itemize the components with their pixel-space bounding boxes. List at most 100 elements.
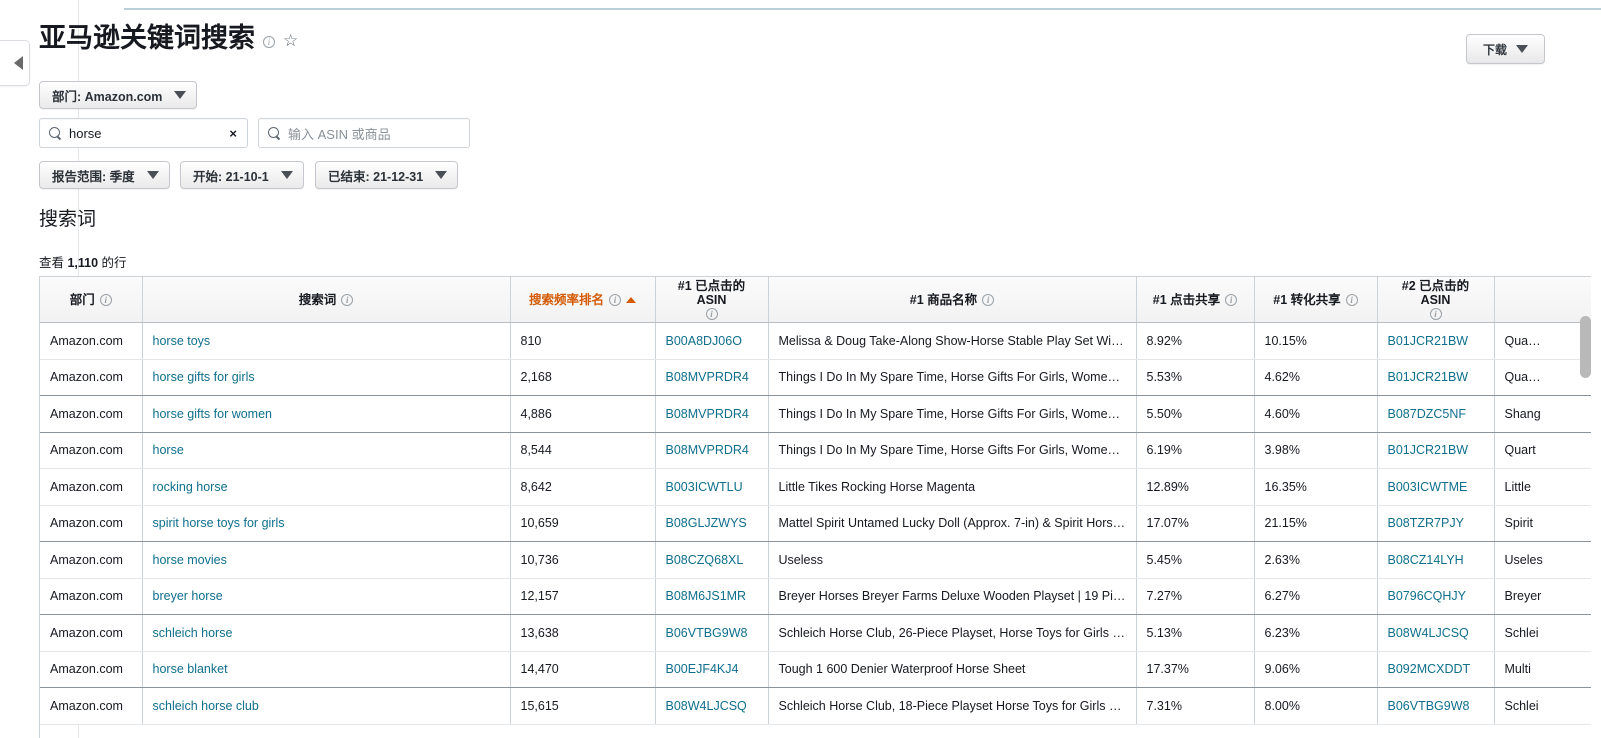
scrollbar-thumb[interactable] <box>1580 316 1591 378</box>
star-icon[interactable]: ☆ <box>283 31 298 51</box>
cell-asin-2[interactable]: B0796CQHJY <box>1377 578 1495 615</box>
cell-asin-2-link[interactable]: B01JCR21BW <box>1388 334 1469 348</box>
cell-department: Amazon.com <box>40 687 143 725</box>
cell-asin-2-link[interactable]: B08TZR7PJY <box>1388 516 1464 530</box>
cell-asin-2[interactable]: B087DZC5NF <box>1377 395 1495 433</box>
cell-asin-2[interactable]: B08CZ14LYH <box>1377 541 1495 579</box>
cell-search-term-link[interactable]: breyer horse <box>153 589 223 603</box>
cell-search-term[interactable]: schleich horse <box>142 614 511 652</box>
cell-search-term[interactable]: spirit horse toys for girls <box>142 505 511 542</box>
cell-asin-2[interactable]: B08W4LJCSQ <box>1377 614 1495 652</box>
cell-asin-1[interactable]: B08MVPRDR4 <box>655 395 769 433</box>
cell-asin-1[interactable]: B08MVPRDR4 <box>655 432 769 469</box>
cell-search-term[interactable]: horse <box>142 432 511 469</box>
report-scope-dropdown[interactable]: 报告范围: 季度 <box>39 161 170 189</box>
info-icon[interactable]: i <box>263 36 275 48</box>
info-icon[interactable]: i <box>1345 293 1358 306</box>
cell-search-term-link[interactable]: schleich horse club <box>153 699 259 713</box>
cell-asin-2-link[interactable]: B003ICWTME <box>1388 480 1468 494</box>
cell-search-term-link[interactable]: horse blanket <box>153 662 228 676</box>
cell-asin-2-link[interactable]: B08CZ14LYH <box>1388 553 1464 567</box>
cell-search-term-link[interactable]: rocking horse <box>153 480 228 494</box>
cell-asin-2[interactable]: B06VTBG9W8 <box>1377 687 1495 725</box>
table-vertical-scrollbar[interactable] <box>1580 316 1591 738</box>
cell-asin-2[interactable]: B01JCR21BW <box>1377 359 1495 396</box>
cell-asin-1-link[interactable]: B003ICWTLU <box>666 480 743 494</box>
cell-asin-1[interactable]: B00A8DJ06O <box>655 322 769 360</box>
cell-asin-1-link[interactable]: B08M6JS1MR <box>666 589 747 603</box>
cell-asin-2[interactable]: B003ICWTME <box>1377 468 1495 506</box>
info-icon[interactable]: i <box>609 293 621 306</box>
cell-search-term-link[interactable]: horse <box>153 443 184 457</box>
info-icon[interactable]: i <box>341 293 354 306</box>
cell-asin-2-link[interactable]: B087DZC5NF <box>1388 407 1467 421</box>
cell-asin-2-link[interactable]: B08W4LJCSQ <box>1388 626 1469 640</box>
info-icon[interactable]: i <box>99 293 112 306</box>
cell-search-term[interactable]: breyer horse <box>142 578 511 615</box>
cell-asin-2-link[interactable]: B06VTBG9W8 <box>1388 699 1470 713</box>
start-date-dropdown[interactable]: 开始: 21-10-1 <box>180 161 304 189</box>
sidebar-collapse-button[interactable] <box>0 40 30 86</box>
asin-search-input[interactable]: 输入 ASIN 或商品 <box>258 118 470 148</box>
cell-asin-1-link[interactable]: B08MVPRDR4 <box>666 443 749 457</box>
cell-asin-1[interactable]: B08CZQ68XL <box>655 541 769 579</box>
cell-department: Amazon.com <box>40 432 143 469</box>
cell-asin-1[interactable]: B08MVPRDR4 <box>655 359 769 396</box>
end-date-dropdown[interactable]: 已结束: 21-12-31 <box>315 161 459 189</box>
cell-asin-2[interactable]: B01JCR21BW <box>1377 432 1495 469</box>
cell-asin-1-link[interactable]: B08MVPRDR4 <box>666 407 749 421</box>
cell-asin-2-link[interactable]: B092MCXDDT <box>1388 662 1471 676</box>
cell-asin-2[interactable]: B01JCR21BW <box>1377 322 1495 360</box>
column-header-2[interactable]: 搜索词 i <box>142 277 511 323</box>
cell-asin-2[interactable]: B08TZR7PJY <box>1377 505 1495 542</box>
column-header-6[interactable]: #1 点击共享 i <box>1136 277 1255 323</box>
cell-search-term-link[interactable]: horse gifts for women <box>153 407 273 421</box>
column-header-8[interactable]: #2 已点击的 ASIN i <box>1377 277 1495 323</box>
cell-asin-1-link[interactable]: B06VTBG9W8 <box>666 626 748 640</box>
cell-product-name-2: Little <box>1494 468 1591 506</box>
cell-click-share-1: 6.19% <box>1136 432 1255 469</box>
column-header-5[interactable]: #1 商品名称 i <box>768 277 1137 323</box>
cell-search-term-link[interactable]: spirit horse toys for girls <box>153 516 285 530</box>
cell-search-term-link[interactable]: schleich horse <box>153 626 233 640</box>
cell-asin-1-link[interactable]: B08W4LJCSQ <box>666 699 747 713</box>
info-icon[interactable]: i <box>705 308 718 320</box>
cell-asin-1[interactable]: B00EJF4KJ4 <box>655 651 769 688</box>
column-header-4[interactable]: #1 已点击的 ASIN i <box>655 277 769 323</box>
cell-asin-1-link[interactable]: B08GLJZWYS <box>666 516 747 530</box>
column-header-1[interactable]: 部门 i <box>40 277 143 323</box>
keyword-search-input[interactable]: horse × <box>39 118 248 148</box>
cell-search-term[interactable]: rocking horse <box>142 468 511 506</box>
cell-asin-1-link[interactable]: B00EJF4KJ4 <box>666 662 739 676</box>
cell-asin-1-link[interactable]: B08MVPRDR4 <box>666 370 749 384</box>
department-filter-dropdown[interactable]: 部门: Amazon.com <box>39 81 198 109</box>
cell-search-term-link[interactable]: horse movies <box>153 553 227 567</box>
column-header-7[interactable]: #1 转化共享 i <box>1254 277 1378 323</box>
cell-search-term[interactable]: horse gifts for girls <box>142 359 511 396</box>
cell-asin-1[interactable]: B08W4LJCSQ <box>655 687 769 725</box>
cell-asin-1[interactable]: B003ICWTLU <box>655 468 769 506</box>
cell-asin-2-link[interactable]: B0796CQHJY <box>1388 589 1467 603</box>
cell-search-term[interactable]: horse movies <box>142 541 511 579</box>
cell-search-term[interactable]: horse gifts for women <box>142 395 511 433</box>
cell-search-term[interactable]: horse blanket <box>142 651 511 688</box>
cell-asin-1[interactable]: B06VTBG9W8 <box>655 614 769 652</box>
cell-asin-2-link[interactable]: B01JCR21BW <box>1388 370 1469 384</box>
cell-asin-1-link[interactable]: B08CZQ68XL <box>666 553 744 567</box>
info-icon[interactable]: i <box>982 293 995 306</box>
cell-search-term[interactable]: schleich horse club <box>142 687 511 725</box>
cell-asin-1[interactable]: B08GLJZWYS <box>655 505 769 542</box>
info-icon[interactable]: i <box>1429 308 1442 320</box>
cell-asin-2-link[interactable]: B01JCR21BW <box>1388 443 1469 457</box>
cell-search-term-link[interactable]: horse toys <box>153 334 211 348</box>
cell-search-term-link[interactable]: horse gifts for girls <box>153 370 255 384</box>
cell-asin-2[interactable]: B092MCXDDT <box>1377 651 1495 688</box>
download-button[interactable]: 下载 <box>1466 34 1545 64</box>
clear-keyword-button[interactable]: × <box>227 126 239 141</box>
info-icon[interactable]: i <box>1225 293 1238 306</box>
cell-conversion-share-1: 4.62% <box>1254 359 1378 396</box>
column-header-3[interactable]: 搜索频率排名 i <box>510 277 656 323</box>
cell-asin-1[interactable]: B08M6JS1MR <box>655 578 769 615</box>
cell-search-term[interactable]: horse toys <box>142 322 511 360</box>
cell-asin-1-link[interactable]: B00A8DJ06O <box>666 334 742 348</box>
